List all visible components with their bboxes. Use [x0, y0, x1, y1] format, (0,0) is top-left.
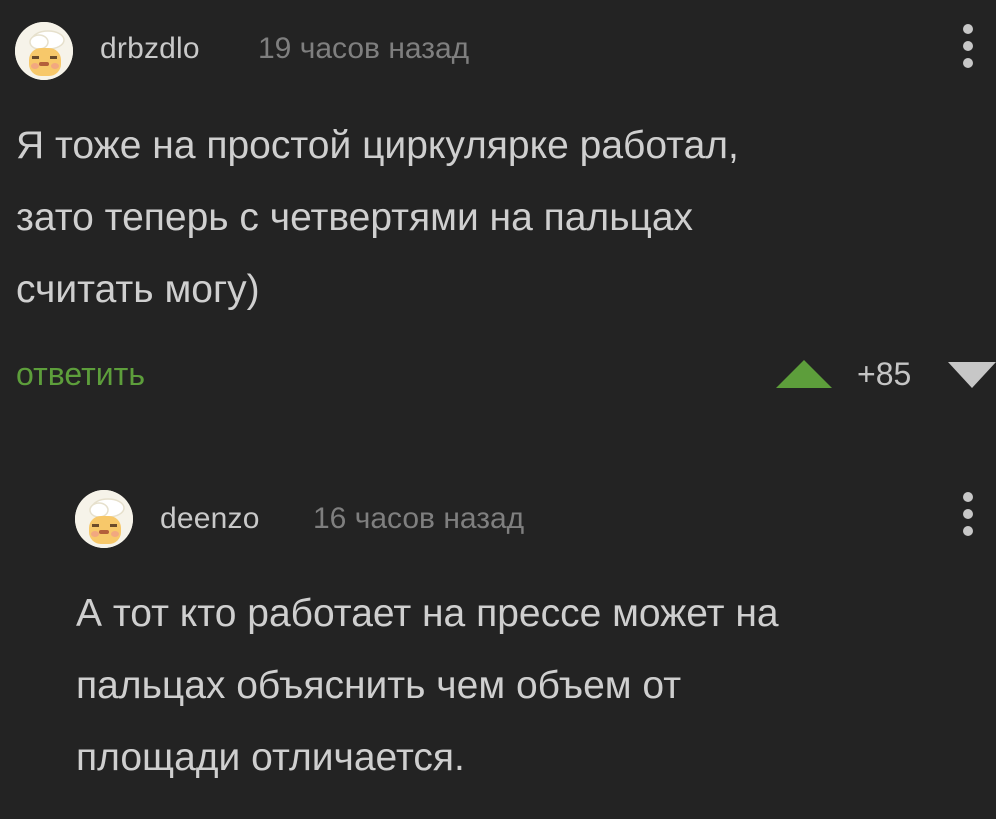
comment-text-line: площади отличается.	[76, 736, 465, 779]
comment-text-line: зато теперь с четвертями на пальцах	[16, 196, 694, 239]
more-vertical-icon[interactable]	[961, 24, 975, 80]
comment-reply: deenzo 16 часов назад А тот кто работает…	[0, 470, 996, 819]
comment-score: +85	[857, 356, 912, 392]
comment-text: А тот кто работает на прессе может на па…	[76, 578, 976, 794]
downvote-triangle-icon[interactable]	[948, 362, 996, 388]
more-vertical-icon[interactable]	[961, 492, 975, 548]
comment-text: Я тоже на простой циркулярке работал, за…	[16, 110, 956, 326]
comment-text-line: Я тоже на простой циркулярке работал,	[16, 124, 739, 167]
user-avatar[interactable]	[75, 490, 133, 548]
comment-text-line: считать могу)	[16, 268, 260, 311]
username[interactable]: deenzo	[160, 502, 260, 536]
user-avatar[interactable]	[15, 22, 73, 80]
timestamp: 19 часов назад	[258, 32, 470, 65]
timestamp: 16 часов назад	[313, 502, 525, 535]
comment-text-line: пальцах объяснить чем объем от	[76, 664, 682, 707]
chef-cook-avatar-icon	[15, 22, 73, 80]
chef-cook-avatar-icon	[75, 490, 133, 548]
comment-text-line: А тот кто работает на прессе может на	[76, 592, 779, 635]
reply-button[interactable]: ответить	[16, 356, 145, 393]
comment: drbzdlo 19 часов назад Я тоже на простой…	[0, 0, 996, 440]
username[interactable]: drbzdlo	[100, 32, 200, 66]
upvote-triangle-icon[interactable]	[776, 360, 832, 388]
